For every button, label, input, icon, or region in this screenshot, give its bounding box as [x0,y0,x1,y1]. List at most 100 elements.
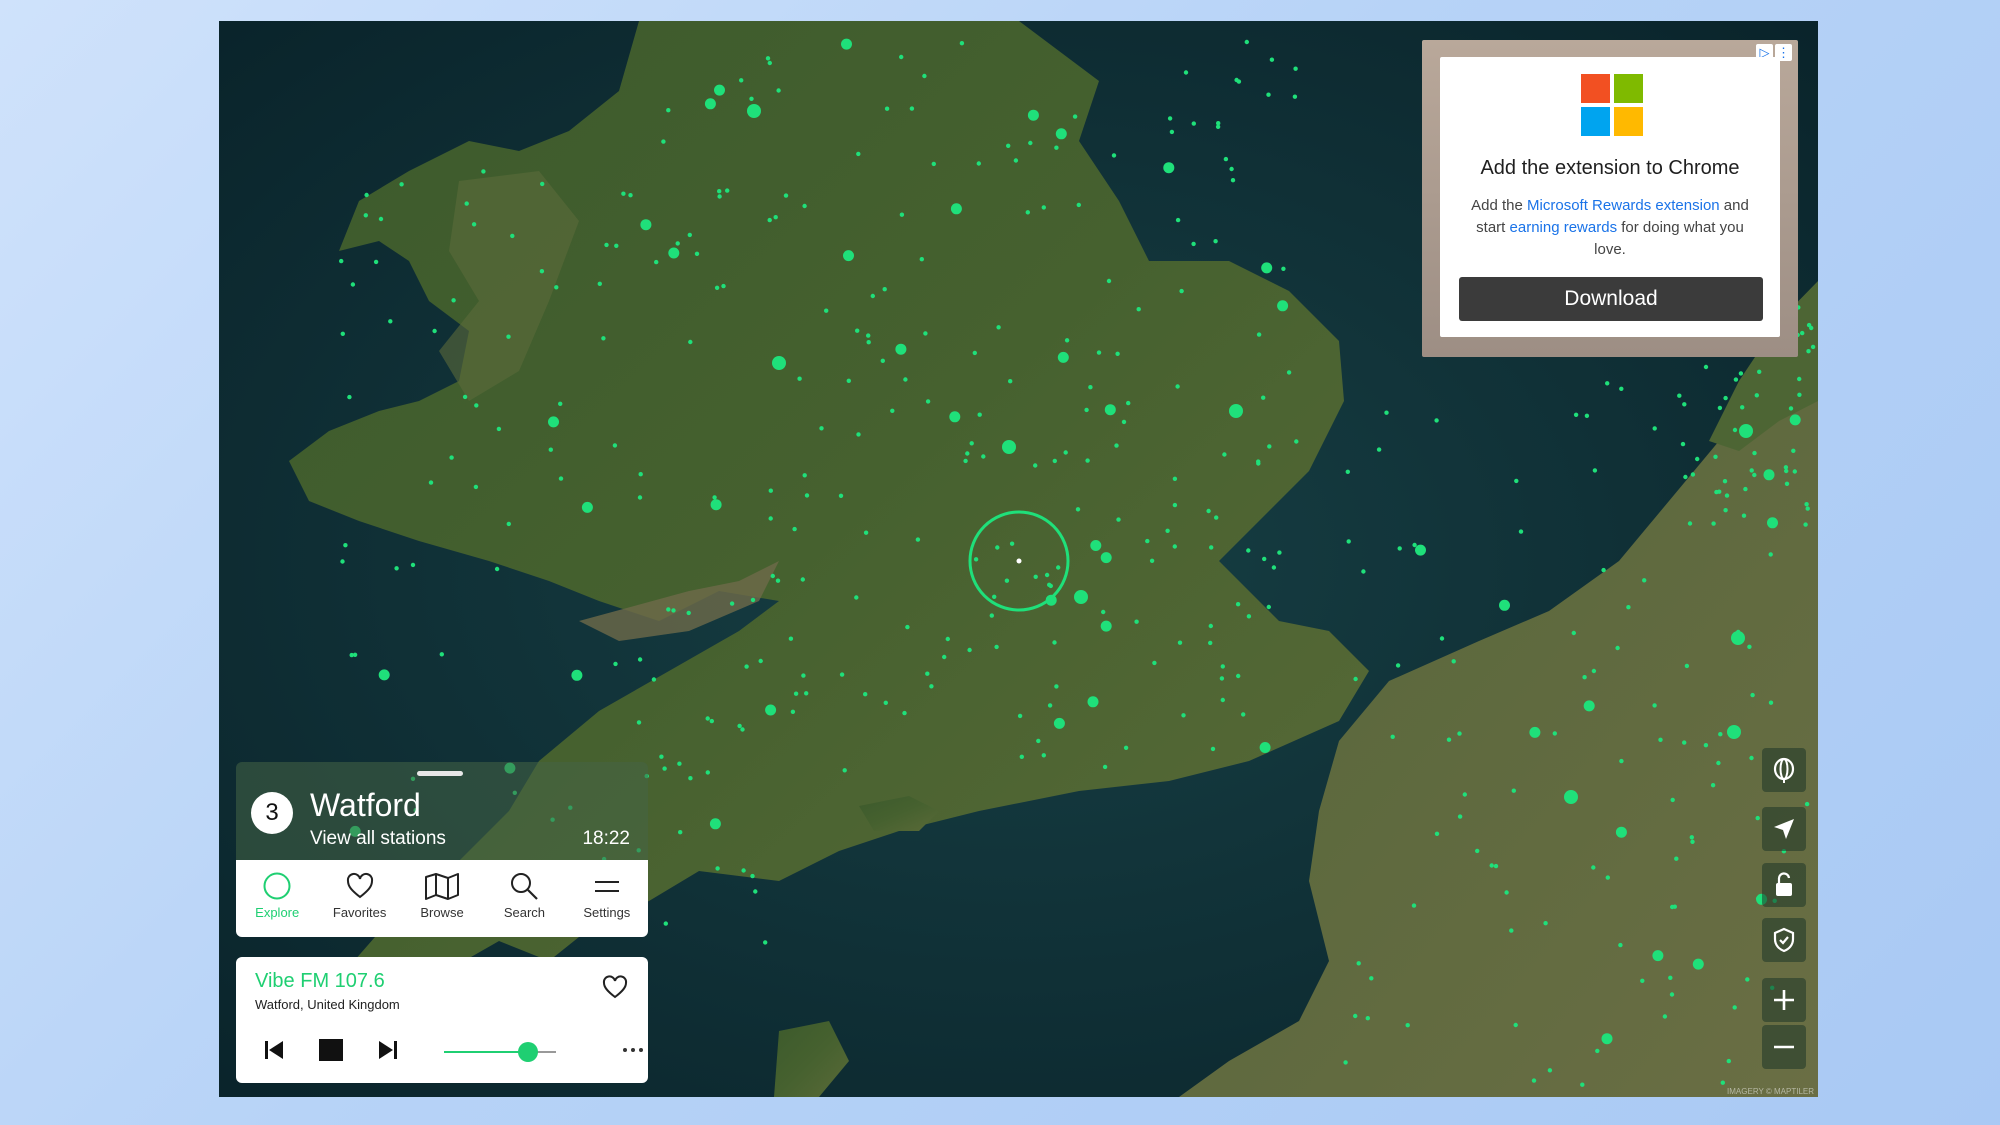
station-dot[interactable] [922,73,927,79]
station-dot[interactable] [388,319,393,324]
station-dot[interactable] [1041,205,1046,210]
station-dot[interactable] [1096,350,1102,355]
station-dot[interactable] [1191,241,1196,247]
station-dot[interactable] [1674,856,1679,861]
station-dot[interactable] [883,700,888,705]
station-dot[interactable] [1804,801,1810,807]
station-dot[interactable] [1592,468,1598,473]
station-dot[interactable] [1499,599,1510,611]
station-dot[interactable] [1286,370,1292,375]
station-dot[interactable] [965,451,970,456]
station-dot[interactable] [963,458,968,464]
station-dot[interactable] [1215,124,1221,129]
station-dot[interactable] [739,78,744,83]
previous-button[interactable] [263,1039,285,1066]
station-dot[interactable] [855,328,860,333]
station-dot[interactable] [819,426,824,431]
station-dot[interactable] [1213,239,1218,244]
station-dot[interactable] [1055,128,1067,140]
station-dot[interactable] [675,241,680,246]
station-dot[interactable] [1114,443,1119,448]
station-dot[interactable] [1208,640,1213,646]
station-dot[interactable] [1687,521,1693,526]
station-dot[interactable] [880,358,885,363]
station-dot[interactable] [1797,376,1802,382]
station-dot[interactable] [1710,783,1716,788]
station-dot[interactable] [1573,412,1579,417]
station-dot[interactable] [677,761,682,766]
station-dot[interactable] [340,331,345,336]
station-dot[interactable] [1219,676,1225,681]
station-dot[interactable] [694,251,700,256]
station-dot[interactable] [1343,1060,1348,1065]
station-dot[interactable] [1683,474,1688,480]
station-dot[interactable] [1591,865,1596,870]
station-dot[interactable] [1044,572,1050,578]
station-cluster-dot[interactable] [1731,631,1745,645]
station-dot[interactable] [399,182,404,187]
station-dot[interactable] [1175,217,1181,223]
station-dot[interactable] [1595,1048,1600,1054]
station-dot[interactable] [768,488,773,493]
station-dot[interactable] [663,921,668,926]
station-dot[interactable] [1244,39,1250,45]
station-dot[interactable] [597,281,602,286]
station-dot[interactable] [439,652,444,657]
station-dot[interactable] [1804,502,1809,507]
station-dot[interactable] [942,654,947,660]
station-dot[interactable] [773,215,778,220]
station-dot[interactable] [1716,760,1721,766]
station-dot[interactable] [471,222,477,227]
station-dot[interactable] [1733,377,1739,382]
station-dot[interactable] [842,768,847,773]
station-dot[interactable] [1689,835,1695,840]
station-dot[interactable] [1703,743,1709,748]
station-dot[interactable] [558,401,563,406]
station-dot[interactable] [1116,517,1121,522]
station-dot[interactable] [1717,405,1723,411]
station-dot[interactable] [1191,121,1196,126]
station-dot[interactable] [1434,831,1440,836]
station-dot[interactable] [790,709,796,714]
station-dot[interactable] [923,331,928,336]
station-dot[interactable] [662,766,667,771]
station-dot[interactable] [640,219,652,231]
station-dot[interactable] [1722,479,1728,484]
station-dot[interactable] [601,336,606,341]
station-dot[interactable] [1672,904,1678,909]
station-dot[interactable] [1682,402,1687,407]
station-dot[interactable] [969,441,974,446]
station-dot[interactable] [1806,349,1811,354]
station-dot[interactable] [1019,754,1024,759]
station-dot[interactable] [1277,300,1289,312]
station-dot[interactable] [767,60,772,66]
station-dot[interactable] [903,377,908,382]
volume-knob[interactable] [518,1042,538,1062]
station-dot[interactable] [1056,565,1061,570]
station-dot[interactable] [1172,476,1178,481]
station-cluster-dot[interactable] [1727,725,1741,739]
station-dot[interactable] [1084,407,1089,413]
station-dot[interactable] [1004,578,1010,583]
station-dot[interactable] [1605,875,1611,880]
station-dot[interactable] [902,710,907,716]
station-dot[interactable] [1246,614,1252,619]
station-dot[interactable] [1752,450,1757,456]
station-dot[interactable] [1763,469,1775,481]
station-dot[interactable] [1072,114,1078,119]
station-dot[interactable] [378,216,384,222]
station-dot[interactable] [1732,1005,1737,1010]
station-dot[interactable] [1668,975,1673,980]
station-dot[interactable] [1353,1013,1358,1019]
station-dot[interactable] [870,293,875,299]
station-dot[interactable] [802,473,807,478]
station-dot[interactable] [753,889,758,894]
station-dot[interactable] [1054,145,1059,150]
station-dot[interactable] [1810,344,1816,350]
station-dot[interactable] [712,495,717,500]
station-dot[interactable] [1261,395,1266,400]
station-dot[interactable] [1075,507,1081,512]
station-dot[interactable] [1293,66,1298,71]
next-button[interactable] [377,1039,399,1066]
station-dot[interactable] [1222,452,1227,457]
